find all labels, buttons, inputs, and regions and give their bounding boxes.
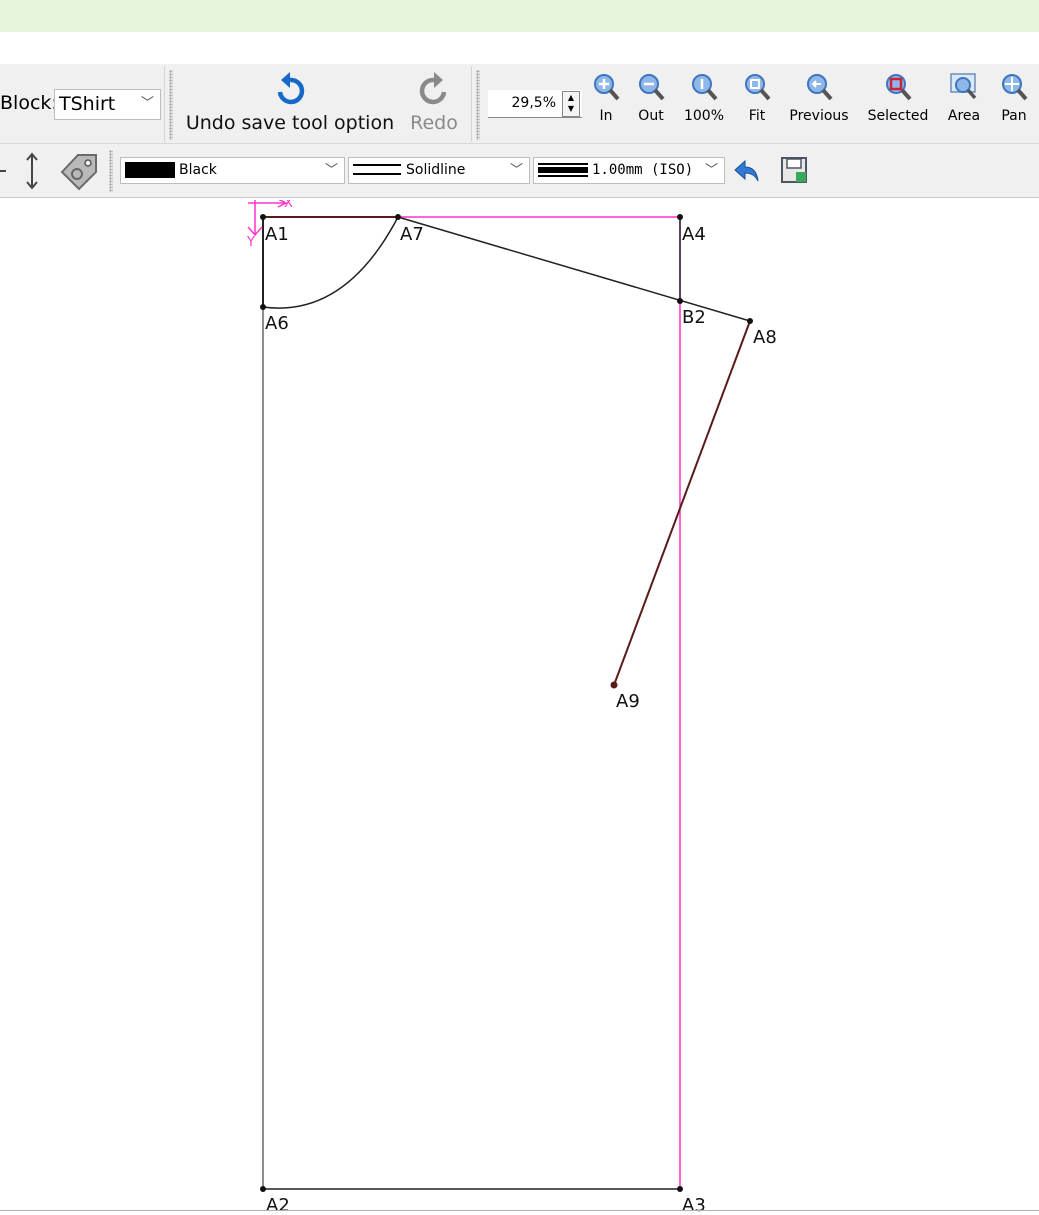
drawing-svg[interactable] (0, 200, 1039, 1215)
undo-label: Undo save tool option (185, 112, 395, 134)
tag-icon[interactable] (58, 150, 100, 192)
pan-icon (1002, 74, 1028, 101)
point-label-a4: A4 (682, 224, 706, 245)
zoom-out-label: Out (638, 108, 664, 124)
point-label-b2: B2 (682, 307, 706, 328)
line-type-swatch (353, 164, 401, 175)
point-a8[interactable] (747, 318, 753, 324)
point-a3[interactable] (677, 1186, 683, 1192)
point-a6[interactable] (260, 304, 266, 310)
zoom-in-button[interactable]: In (586, 72, 626, 134)
point-a9[interactable] (610, 681, 618, 689)
zoom-previous-button[interactable]: Previous (786, 72, 852, 134)
reply-arrow-icon[interactable] (733, 157, 761, 185)
zoom-selected-label: Selected (867, 108, 929, 124)
zoom-pan-button[interactable]: Pan (994, 72, 1034, 134)
toolbar-grip[interactable] (169, 70, 173, 140)
block-select-value: TShirt (59, 93, 116, 115)
color-select-value: Black (179, 162, 217, 178)
point-a7[interactable] (395, 214, 401, 220)
point-b2[interactable] (677, 298, 683, 304)
zoom-area-label: Area (947, 108, 981, 124)
zoom-previous-icon (807, 74, 833, 101)
point-label-a7: A7 (400, 224, 424, 245)
zoom-in-icon (594, 74, 620, 101)
point-a1[interactable] (260, 214, 266, 220)
undo-button[interactable]: Undo save tool option (184, 70, 396, 140)
toolbar-grip[interactable] (476, 70, 480, 140)
chevron-down-icon: ﹀ (140, 96, 154, 111)
zoom-area-icon (950, 73, 977, 100)
zoom-selected-button[interactable]: Selected (864, 72, 932, 134)
zoom-selected-icon (886, 74, 912, 101)
redo-label: Redo (410, 112, 458, 134)
zoom-fit-icon (745, 74, 771, 101)
undo-icon (277, 72, 305, 105)
point-label-a1: A1 (265, 224, 289, 245)
color-swatch (125, 162, 175, 178)
toolbar-grip[interactable] (109, 150, 113, 192)
toolbar-separator (164, 66, 165, 142)
axis-x-label: X (284, 200, 293, 211)
line-type-select[interactable]: Solidline ﹀ (348, 157, 530, 184)
spin-arrows[interactable]: ▲ ▼ (562, 91, 580, 117)
block-select[interactable]: TShirt ﹀ (54, 89, 161, 120)
redo-button[interactable]: Redo (402, 70, 466, 140)
line-weight-swatch (538, 163, 588, 177)
line-weight-select-value: 1.00mm (ISO) (592, 162, 694, 178)
zoom-out-icon (639, 74, 665, 101)
zoom-spinbox[interactable]: 29,5% ▲ ▼ (488, 90, 582, 118)
toolbar-separator (471, 66, 472, 142)
arrow-right-icon[interactable] (0, 161, 10, 181)
chevron-down-icon: ﹀ (324, 163, 338, 178)
zoom-fit-button[interactable]: Fit (737, 72, 777, 134)
block-label: Block: (0, 92, 58, 114)
status-separator (0, 1210, 1039, 1211)
axis-y-label: Y (247, 235, 255, 250)
drawing-canvas[interactable]: X Y A1 A7 A4 A6 B2 A8 A9 A2 A3 (0, 200, 1039, 1215)
point-a4[interactable] (677, 214, 683, 220)
color-select[interactable]: Black ﹀ (120, 157, 345, 184)
zoom-actual-icon (692, 74, 718, 101)
save-icon[interactable] (780, 156, 808, 184)
title-bar (0, 0, 1039, 32)
redo-icon (419, 72, 447, 105)
line-a8-a9[interactable] (613, 320, 751, 686)
zoom-pan-label: Pan (1001, 108, 1027, 124)
line-weight-select[interactable]: 1.00mm (ISO) ﹀ (533, 157, 725, 184)
point-label-a8: A8 (753, 327, 777, 348)
line-type-select-value: Solidline (406, 162, 466, 178)
zoom-in-label: In (599, 108, 613, 124)
point-label-a2: A2 (266, 1195, 290, 1215)
zoom-area-button[interactable]: Area (942, 72, 986, 134)
point-label-a9: A9 (616, 691, 640, 712)
vertical-resize-icon[interactable] (25, 151, 39, 191)
chevron-down-icon: ﹀ (509, 163, 523, 178)
zoom-out-button[interactable]: Out (631, 72, 671, 134)
zoom-fit-label: Fit (748, 108, 766, 124)
point-label-a3: A3 (682, 1195, 706, 1215)
menu-gap (0, 32, 1039, 64)
chevron-down-icon: ﹀ (704, 163, 718, 178)
zoom-value: 29,5% (511, 95, 556, 111)
point-label-a6: A6 (265, 313, 289, 334)
point-a2[interactable] (260, 1186, 266, 1192)
zoom-previous-label: Previous (789, 108, 849, 124)
zoom-100-button[interactable]: 100% (678, 72, 730, 134)
zoom-100-label: 100% (683, 108, 725, 124)
